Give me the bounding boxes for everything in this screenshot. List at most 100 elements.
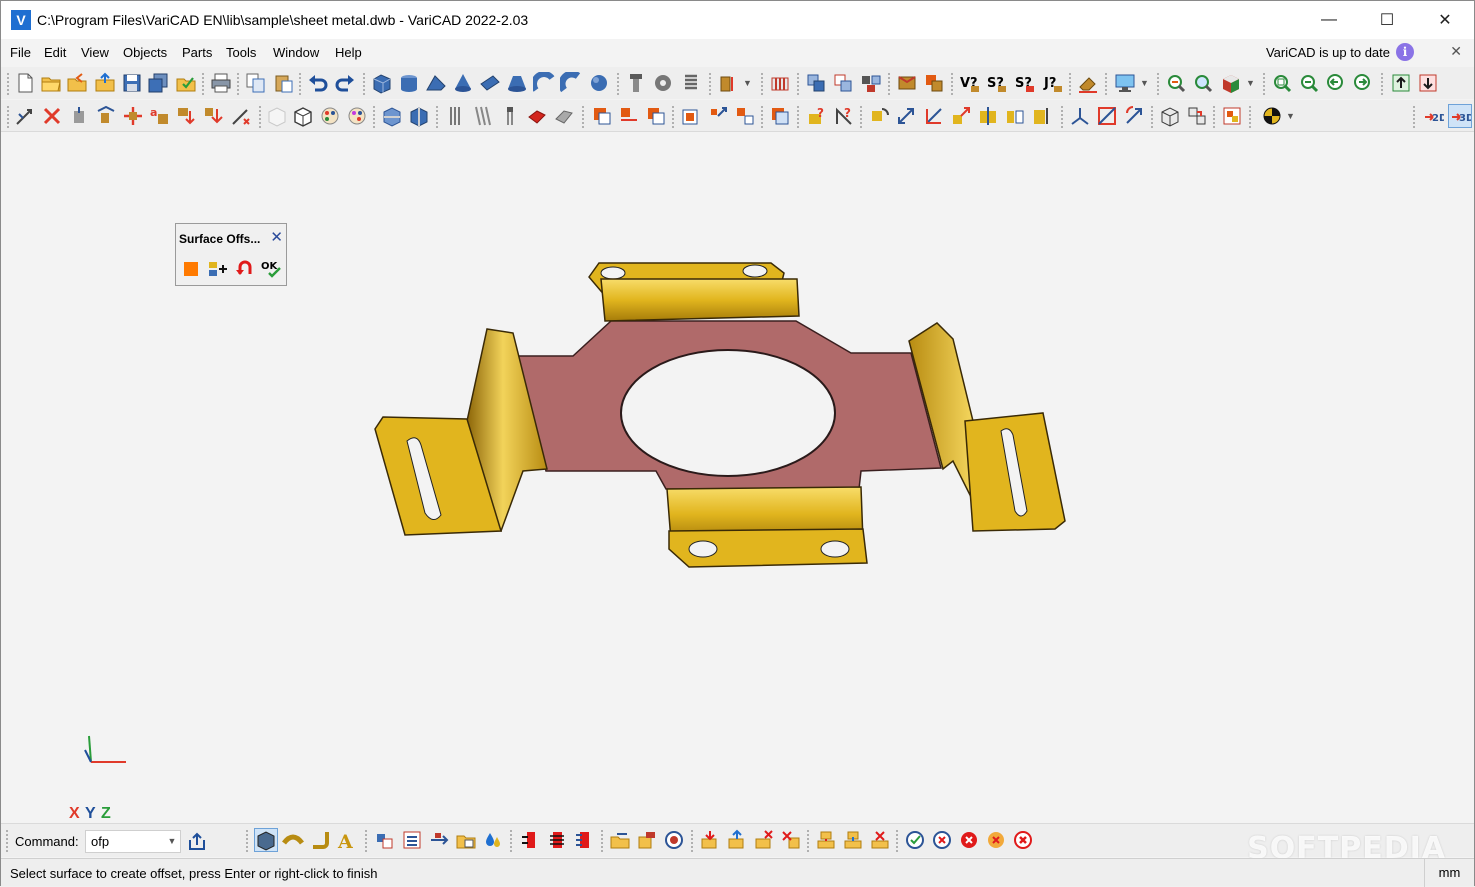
copy-solid-icon[interactable] [95,105,117,127]
command-history-chevron-icon[interactable]: ▼ [164,831,180,852]
assembly-icon[interactable] [805,72,827,94]
toolbar-grip[interactable] [860,106,863,128]
undo-offset-icon[interactable] [234,258,256,280]
toolbar-grip[interactable] [601,830,604,852]
surface-area-query-icon[interactable]: S? [1014,72,1036,94]
coordinate-system-icon[interactable] [1069,105,1091,127]
rotate-icon[interactable] [868,105,890,127]
units-indicator[interactable]: mm [1424,859,1474,887]
unfold-icon[interactable] [374,829,396,851]
toolbar-grip[interactable] [761,106,764,128]
pan-left-icon[interactable] [1325,72,1347,94]
delete-x-icon[interactable] [41,105,63,127]
menu-edit[interactable]: Edit [44,45,66,60]
group-down-icon[interactable] [815,829,837,851]
scale-solid-icon[interactable] [1031,105,1053,127]
spring-icon[interactable] [680,72,702,94]
split-solid-icon[interactable] [734,105,756,127]
minimize-button[interactable]: — [1300,1,1358,39]
zoom-all-icon[interactable] [1271,72,1293,94]
switch-3d-icon[interactable]: 3D [1448,104,1472,128]
workplane-rotate-icon[interactable] [1123,105,1145,127]
toolbar-grip[interactable] [7,73,10,95]
toolbar-grip[interactable] [510,830,513,852]
screw-icon[interactable] [499,105,521,127]
toolbar-grip[interactable] [761,73,764,95]
box-solid-icon[interactable] [371,72,393,94]
zoom-previous-icon[interactable] [1165,72,1187,94]
boolean-intersect-icon[interactable] [645,105,667,127]
save-check-icon[interactable] [175,72,197,94]
toolbar-grip[interactable] [1061,106,1064,128]
zoom-out-icon[interactable] [1298,72,1320,94]
toolbar-grip[interactable] [1413,106,1416,128]
sphere-solid-icon[interactable] [588,72,610,94]
menu-window[interactable]: Window [273,45,319,60]
unfold-arrows-icon[interactable] [428,829,450,851]
red-solid-icon[interactable] [526,105,548,127]
toolbar-grip[interactable] [1105,73,1108,95]
wedge-solid-icon[interactable] [425,72,447,94]
toolbar-grip[interactable] [951,73,954,95]
toolbar-grip[interactable] [797,106,800,128]
import-icon[interactable] [94,72,116,94]
toolbar-grip[interactable] [436,106,439,128]
view-box-icon[interactable] [1159,105,1181,127]
delete-red-icon[interactable] [958,829,980,851]
insert-down-icon[interactable] [699,829,721,851]
copy-icon[interactable] [245,72,267,94]
workplane-icon[interactable] [1096,105,1118,127]
toolbar-grip[interactable] [1213,106,1216,128]
offset-settings-icon[interactable] [207,258,229,280]
info-icon[interactable]: i [1396,43,1414,61]
array-icon[interactable] [122,105,144,127]
insert-up-icon[interactable] [726,829,748,851]
toolbar-grip[interactable] [7,106,10,128]
wireframe-box-icon[interactable] [292,105,314,127]
section-view-icon[interactable] [381,105,403,127]
grey-solid-icon[interactable] [553,105,575,127]
check-undo-icon[interactable] [904,829,926,851]
export-up-icon[interactable] [1390,72,1412,94]
toolbar-grip[interactable] [617,73,620,95]
cone-solid-icon[interactable] [452,72,474,94]
view-cube-icon[interactable] [1220,72,1242,94]
dropdown-chevron-icon[interactable]: ▼ [1140,72,1154,94]
menu-objects[interactable]: Objects [123,45,167,60]
boolean-union-icon[interactable] [591,105,613,127]
check-cancel-icon[interactable] [931,829,953,851]
zoom-window-icon[interactable] [1192,72,1214,94]
toolbar-grip[interactable] [691,830,694,852]
mirror-copy-icon[interactable] [1004,105,1026,127]
display-icon[interactable] [1114,72,1136,94]
switch-2d-icon[interactable]: 2D [1422,105,1444,127]
library-icon[interactable] [769,72,791,94]
toolbar-grip[interactable] [1151,106,1154,128]
open-folder-icon[interactable] [40,72,62,94]
dropdown-chevron-icon[interactable]: ▼ [1286,105,1300,127]
toolbar-grip[interactable] [1381,73,1384,95]
save-all-icon[interactable] [147,72,169,94]
drawing-link-icon[interactable] [1221,105,1243,127]
unfold-list-icon[interactable] [401,829,423,851]
paste-icon[interactable] [273,72,295,94]
assembly-links-icon[interactable] [832,72,854,94]
delete-all-icon[interactable] [1012,829,1034,851]
bolt-icon[interactable] [625,72,647,94]
toolbar-grip[interactable] [237,73,240,95]
move-arrows-icon[interactable] [895,105,917,127]
toolbar-grip[interactable] [797,73,800,95]
open-part-icon[interactable] [609,829,631,851]
sheet-flange-icon[interactable] [309,829,331,851]
attributes-icon[interactable] [923,72,945,94]
unfold-folder-icon[interactable] [455,829,477,851]
solid-info-icon[interactable]: ? [806,105,828,127]
redo-icon[interactable] [334,72,356,94]
insert-swap-icon[interactable] [780,829,802,851]
toolbar-grip[interactable] [582,106,585,128]
dialog-close-icon[interactable]: ✕ [270,228,283,246]
sheet-bend-icon[interactable] [282,829,304,851]
toolbar-grip[interactable] [299,73,302,95]
toolbar-grip[interactable] [807,830,810,852]
boolean-subtract-icon[interactable] [618,105,640,127]
